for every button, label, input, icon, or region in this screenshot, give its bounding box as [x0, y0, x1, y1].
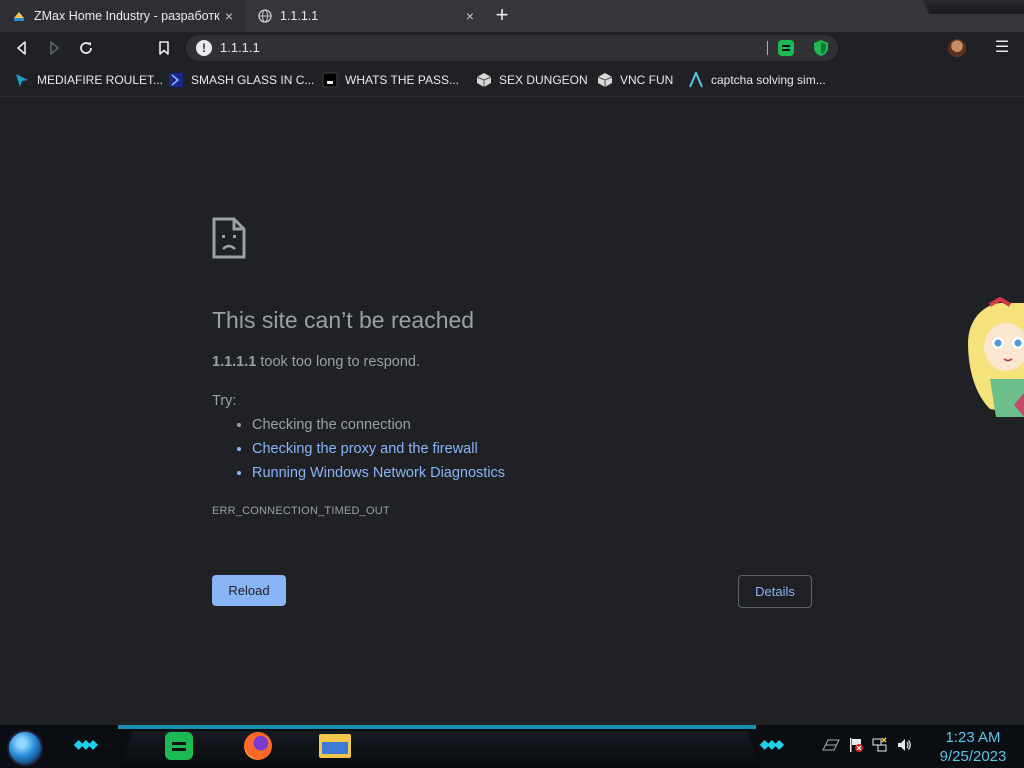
error-code: ERR_CONNECTION_TIMED_OUT — [212, 505, 390, 517]
forward-icon — [50, 41, 59, 55]
bookmark-label: VNC FUN — [620, 73, 674, 87]
taskbar: ◆◆◆ ◆◆◆ 1:23 AM 9/25/2023 — [0, 725, 1024, 768]
error-page: This site can’t be reached 1.1.1.1 took … — [0, 97, 1024, 725]
suggestion-check-connection: Checking the connection — [252, 413, 505, 437]
back-icon — [17, 41, 26, 55]
bookmark-button[interactable] — [152, 36, 176, 60]
taskbar-decoration-right: ◆◆◆ — [760, 737, 784, 751]
smash-icon — [168, 72, 184, 88]
details-button[interactable]: Details — [738, 575, 812, 608]
taskbar-glow — [118, 725, 756, 729]
new-tab-button[interactable]: + — [490, 4, 514, 28]
cube-icon — [597, 72, 613, 88]
bookmark-sex-dungeon[interactable]: SEX DUNGEON — [476, 72, 588, 88]
suggestion-list: Checking the connection Checking the pro… — [212, 413, 505, 485]
bookmark-smash-glass[interactable]: SMASH GLASS IN C... — [168, 72, 314, 88]
taskbar-panel — [120, 731, 760, 768]
cartoon-character-sticker — [968, 297, 1024, 417]
error-description: 1.1.1.1 took too long to respond. — [212, 354, 420, 370]
taskbar-decoration-left: ◆◆◆ — [74, 737, 98, 751]
clock-time: 1:23 AM — [945, 729, 1001, 746]
tab-title: ZMax Home Industry - разработк — [34, 9, 220, 23]
error-title: This site can’t be reached — [212, 307, 475, 333]
system-tray — [822, 737, 912, 753]
shield-extension-icon[interactable] — [813, 39, 829, 57]
back-button[interactable] — [10, 36, 34, 60]
file-explorer-taskbar-icon[interactable] — [318, 729, 352, 763]
tab-close-icon[interactable]: × — [221, 8, 237, 24]
notes-app-taskbar-icon[interactable] — [162, 729, 196, 763]
start-button[interactable] — [7, 730, 43, 766]
forward-button[interactable] — [42, 36, 66, 60]
sad-page-icon — [212, 217, 246, 259]
bookmark-captcha[interactable]: captcha solving sim... — [688, 72, 826, 88]
url-text[interactable]: 1.1.1.1 — [220, 40, 260, 55]
profile-avatar[interactable] — [948, 39, 966, 57]
mediafire-icon — [14, 72, 30, 88]
tab-title: 1.1.1.1 — [280, 9, 319, 23]
terminal-icon — [322, 72, 338, 88]
menu-button[interactable]: ☰ — [992, 36, 1012, 60]
bookmark-mediafire[interactable]: MEDIAFIRE ROULET... — [14, 72, 163, 88]
address-bar[interactable]: ! 1.1.1.1 — [186, 35, 838, 61]
bookmark-icon — [159, 41, 169, 55]
reload-button[interactable]: Reload — [212, 575, 286, 606]
bookmark-label: SMASH GLASS IN C... — [191, 73, 315, 87]
tab-strip: ZMax Home Industry - разработк × 1.1.1.1… — [0, 0, 1024, 32]
bookmark-label: MEDIAFIRE ROULET... — [37, 73, 164, 87]
suggestion-proxy-firewall-link[interactable]: Checking the proxy and the firewall — [252, 437, 505, 461]
firefox-taskbar-icon[interactable] — [241, 729, 275, 763]
bookmark-label: SEX DUNGEON — [499, 73, 588, 87]
tab-zmax[interactable]: ZMax Home Industry - разработк × — [0, 0, 245, 32]
error-description-text: took too long to respond. — [256, 354, 420, 370]
arrow-icon — [688, 72, 704, 88]
action-center-flag-icon[interactable] — [848, 737, 864, 753]
tab-close-icon[interactable]: × — [462, 8, 478, 24]
bookmark-label: WHATS THE PASS... — [345, 73, 460, 87]
bookmarks-bar: MEDIAFIRE ROULET... SMASH GLASS IN C... … — [0, 64, 1024, 97]
volume-icon[interactable] — [896, 737, 912, 753]
error-host: 1.1.1.1 — [212, 354, 257, 370]
omnibox-divider — [767, 41, 768, 55]
bookmark-label: captcha solving sim... — [711, 73, 826, 87]
reload-icon — [80, 42, 92, 54]
clock-date: 9/25/2023 — [939, 748, 1007, 765]
bookmark-whats-the-pass[interactable]: WHATS THE PASS... — [322, 72, 459, 88]
cube-icon — [476, 72, 492, 88]
site-info-icon[interactable]: ! — [196, 40, 212, 56]
globe-icon — [258, 9, 272, 23]
network-icon[interactable] — [872, 737, 888, 753]
zmax-favicon-icon — [12, 9, 26, 23]
reload-button[interactable] — [74, 36, 98, 60]
try-label: Try: — [212, 393, 237, 409]
bookmark-vnc-fun[interactable]: VNC FUN — [597, 72, 673, 88]
suggestion-network-diagnostics-link[interactable]: Running Windows Network Diagnostics — [252, 461, 505, 485]
notes-extension-icon[interactable] — [778, 40, 794, 56]
window-frame-decoration — [922, 0, 1024, 14]
tab-1-1-1-1[interactable]: 1.1.1.1 × — [246, 0, 486, 32]
clock[interactable]: 1:23 AM 9/25/2023 — [928, 728, 1018, 766]
keyboard-icon[interactable] — [822, 739, 840, 751]
toolbar: ! 1.1.1.1 ☰ — [0, 32, 1024, 64]
